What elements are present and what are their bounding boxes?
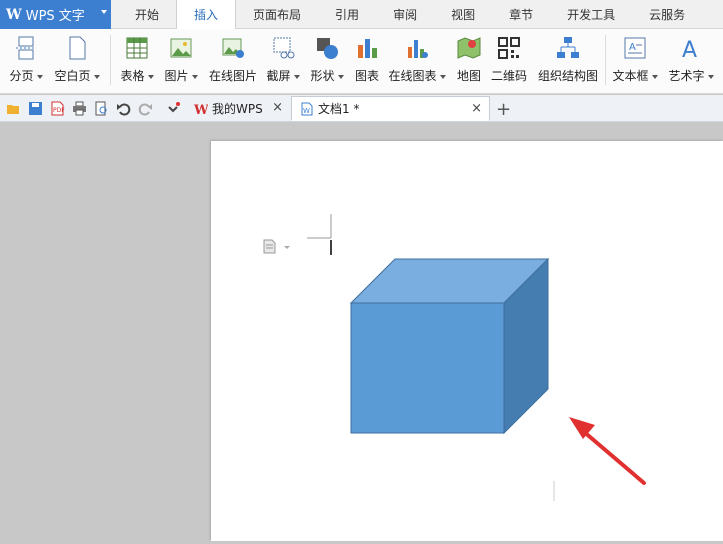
qrcode-button[interactable]: 二维码 (490, 31, 528, 89)
ribbon-toolbar: 分页 空白页 表格 图片 在线图片 截屏 形状 图表 在线图表 地图 二维码 组… (0, 29, 723, 94)
map-label: 地图 (456, 69, 481, 83)
org-chart-icon (557, 37, 579, 58)
map-icon (457, 37, 481, 59)
ribbon-divider (605, 35, 606, 85)
chevron-down-icon (101, 10, 107, 14)
undo-icon[interactable] (116, 101, 131, 116)
cube-shape[interactable] (349, 257, 550, 435)
tab-insert[interactable]: 插入 (176, 0, 237, 30)
table-button[interactable]: 表格 (118, 31, 156, 89)
tab-view[interactable]: 视图 (434, 0, 492, 29)
tab-references[interactable]: 引用 (318, 0, 376, 29)
margin-corner-mark (307, 214, 332, 239)
redo-icon[interactable] (138, 101, 153, 116)
ribbon-tabs: 开始 插入 页面布局 引用 审阅 视图 章节 开发工具 云服务 (118, 0, 702, 30)
blank-page-button[interactable]: 空白页 (52, 31, 102, 89)
document-page[interactable] (211, 141, 723, 541)
wps-logo-icon: W (6, 6, 22, 23)
app-menu-button[interactable]: W WPS 文字 (0, 0, 111, 29)
save-icon[interactable] (28, 101, 43, 116)
svg-text:W: W (194, 103, 208, 116)
page-break-icon (16, 36, 36, 60)
quick-access-bar: PDF W 我的WPS × W 文档1 * × (0, 95, 723, 122)
table-icon (126, 37, 148, 59)
app-title: WPS 文字 (25, 9, 85, 24)
open-folder-icon[interactable] (6, 101, 21, 116)
wordart-icon: A (682, 38, 697, 61)
pdf-export-icon[interactable]: PDF (50, 101, 65, 116)
org-chart-button[interactable]: 组织结构图 (536, 31, 600, 89)
screenshot-label: 截屏 (266, 67, 299, 84)
tab-developer[interactable]: 开发工具 (550, 0, 632, 29)
tab-document1-label: 文档1 * (318, 102, 360, 116)
online-picture-label: 在线图片 (208, 69, 257, 83)
document-icon: W (301, 102, 313, 115)
menu-bar: W WPS 文字 开始 插入 页面布局 引用 审阅 视图 章节 开发工具 云服务 (0, 0, 723, 30)
screenshot-button[interactable]: 截屏 (264, 31, 302, 89)
close-icon[interactable]: × (471, 101, 482, 116)
wordart-label: 艺术字 (668, 67, 713, 84)
tab-my-wps[interactable]: W 我的WPS × (186, 96, 290, 121)
table-label: 表格 (120, 67, 153, 84)
online-picture-button[interactable]: 在线图片 (208, 31, 258, 89)
tab-home[interactable]: 开始 (118, 0, 176, 29)
online-chart-button[interactable]: 在线图表 (387, 31, 447, 89)
print-preview-icon[interactable] (94, 101, 109, 116)
online-chart-icon (408, 40, 428, 58)
tab-sections[interactable]: 章节 (492, 0, 550, 29)
org-chart-label: 组织结构图 (537, 69, 598, 83)
page-break-label: 分页 (9, 67, 42, 84)
svg-text:A: A (629, 42, 636, 53)
customize-chevron-icon[interactable] (166, 101, 181, 116)
textbox-icon: A (624, 37, 646, 59)
chart-icon (358, 39, 377, 58)
picture-button[interactable]: 图片 (163, 31, 199, 89)
page-canvas (263, 214, 646, 501)
tab-cloud[interactable]: 云服务 (632, 0, 702, 29)
online-picture-icon (222, 38, 244, 58)
red-arrow-annotation (569, 417, 646, 485)
picture-label: 图片 (164, 67, 197, 84)
svg-text:PDF: PDF (53, 107, 65, 114)
new-tab-plus-icon[interactable]: + (496, 99, 511, 120)
textbox-label: 文本框 (612, 67, 657, 84)
qrcode-label: 二维码 (490, 69, 527, 83)
page-break-button[interactable]: 分页 (8, 31, 44, 89)
screenshot-icon (273, 37, 295, 59)
shapes-label: 形状 (310, 67, 343, 84)
ribbon-divider (110, 35, 111, 85)
shapes-button[interactable]: 形状 (308, 31, 346, 89)
chart-label: 图表 (354, 69, 379, 83)
tab-document1[interactable]: W 文档1 * × (291, 96, 490, 121)
tab-review[interactable]: 审阅 (376, 0, 434, 29)
print-icon[interactable] (72, 101, 87, 116)
blank-page-label: 空白页 (54, 67, 99, 84)
wps-w-icon: W (194, 103, 208, 116)
wordart-button[interactable]: A 艺术字 (666, 31, 716, 89)
paragraph-layout-icon[interactable] (263, 239, 290, 254)
close-icon[interactable]: × (272, 100, 283, 115)
map-button[interactable]: 地图 (455, 31, 483, 89)
cube-front-face (350, 302, 505, 434)
svg-text:A: A (682, 38, 697, 61)
picture-icon (170, 38, 192, 58)
chart-button[interactable]: 图表 (352, 31, 382, 89)
svg-text:W: W (303, 107, 310, 115)
tab-my-wps-label: 我的WPS (212, 102, 263, 116)
qrcode-icon (498, 37, 520, 59)
online-chart-label: 在线图表 (388, 67, 445, 84)
shapes-icon (317, 38, 338, 59)
tab-page-layout[interactable]: 页面布局 (236, 0, 318, 29)
textbox-button[interactable]: A 文本框 (611, 31, 659, 89)
blank-page-icon (69, 36, 86, 60)
